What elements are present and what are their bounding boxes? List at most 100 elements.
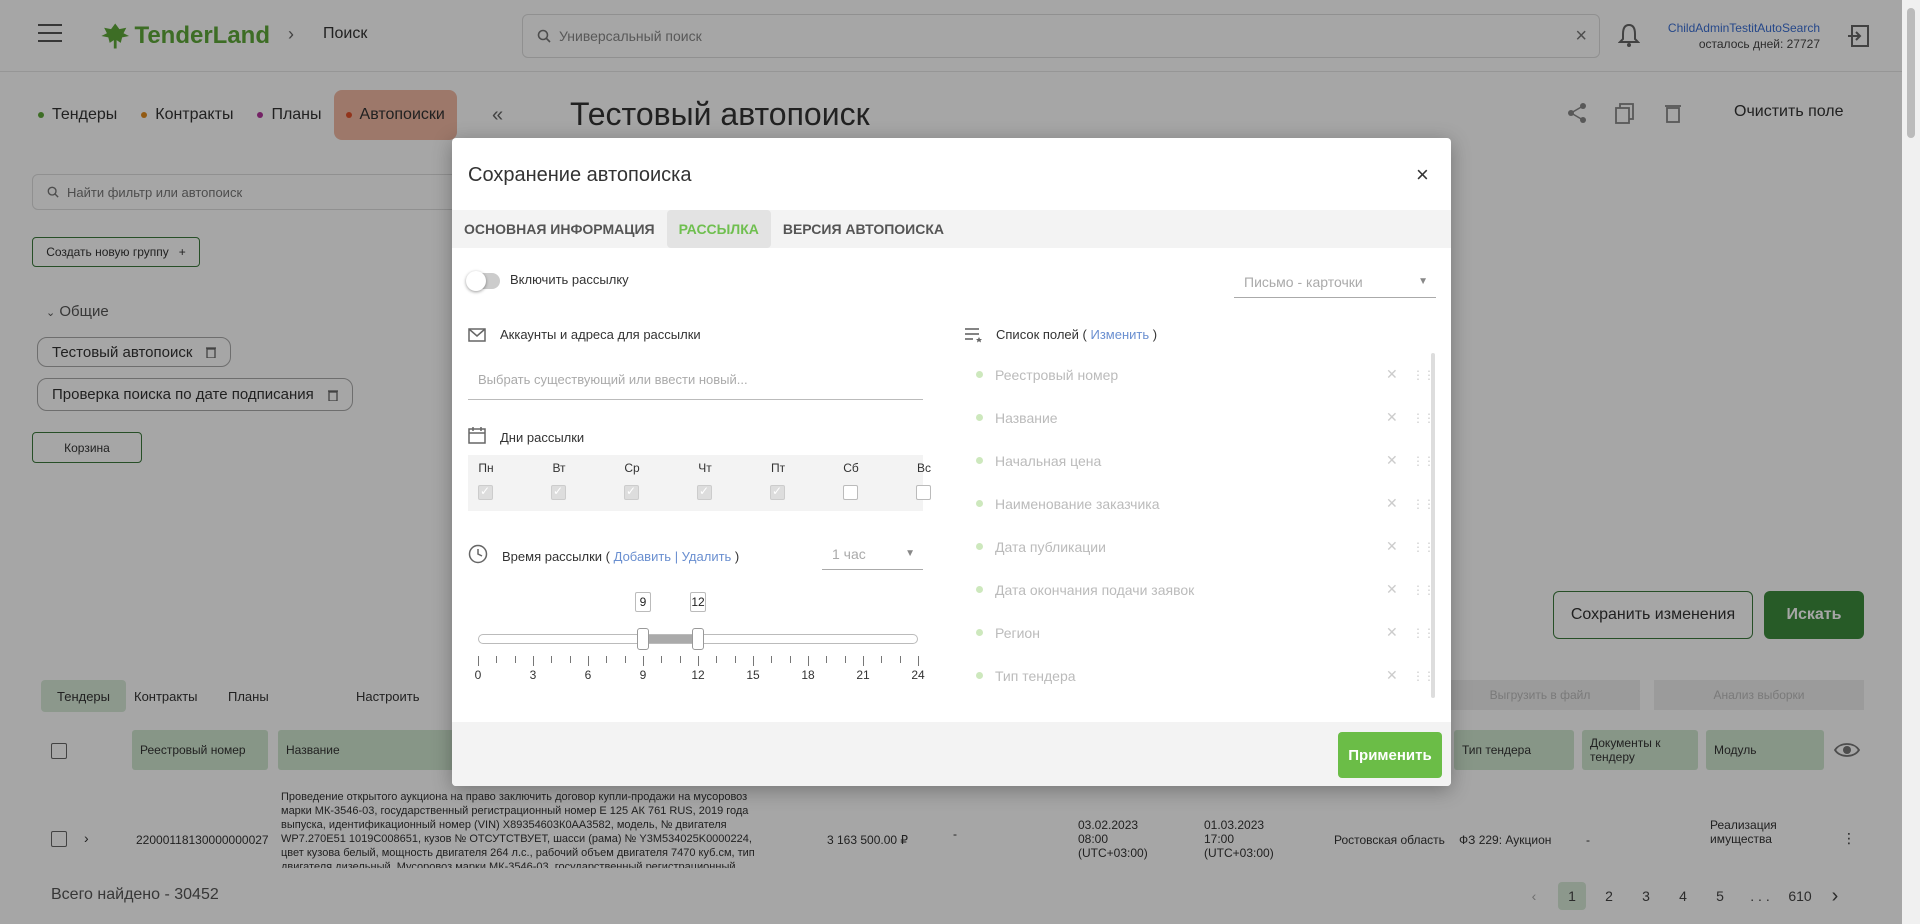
slider-minor-tick xyxy=(790,656,791,663)
day-label: Вс xyxy=(916,461,931,475)
caret-down-icon: ▼ xyxy=(1418,276,1428,287)
accounts-label: Аккаунты и адреса для рассылки xyxy=(500,327,701,342)
slider-from-tooltip: 9 xyxy=(635,592,651,612)
field-item[interactable]: Реестровый номер ✕ ⋮⋮ xyxy=(976,353,1436,396)
slider-tick xyxy=(753,656,754,666)
remove-field-icon[interactable]: ✕ xyxy=(1386,452,1398,469)
slider-tick xyxy=(808,656,809,666)
field-label: Дата окончания подачи заявок xyxy=(995,581,1195,598)
format-select[interactable]: Письмо - карточки ▼ xyxy=(1234,266,1436,298)
modal-tabs: ОСНОВНАЯ ИНФОРМАЦИЯ РАССЫЛКА ВЕРСИЯ АВТО… xyxy=(452,210,1451,248)
slider-tick-label: 0 xyxy=(474,668,482,682)
remove-field-icon[interactable]: ✕ xyxy=(1386,624,1398,641)
field-dot xyxy=(976,672,983,679)
slider-tick xyxy=(863,656,864,666)
field-dot xyxy=(976,457,983,464)
tab-basic-info[interactable]: ОСНОВНАЯ ИНФОРМАЦИЯ xyxy=(452,210,667,248)
slider-tick-label: 9 xyxy=(639,668,647,682)
mail-icon xyxy=(468,328,486,342)
day-checkbox[interactable] xyxy=(843,485,858,500)
apply-button[interactable]: Применить xyxy=(1338,732,1442,778)
remove-field-icon[interactable]: ✕ xyxy=(1386,538,1398,555)
slider-minor-tick xyxy=(900,656,901,663)
day-checkbox[interactable] xyxy=(624,484,639,500)
day-checkbox[interactable] xyxy=(551,484,566,500)
day-label: Сб xyxy=(843,461,859,475)
slider-minor-tick xyxy=(515,656,516,663)
fields-scrollbar[interactable] xyxy=(1431,353,1435,698)
slider-minor-tick xyxy=(625,656,626,663)
day-checkbox[interactable] xyxy=(770,484,785,500)
field-label: Регион xyxy=(995,624,1040,641)
slider-minor-tick xyxy=(551,656,552,663)
remove-field-icon[interactable]: ✕ xyxy=(1386,667,1398,684)
remove-field-icon[interactable]: ✕ xyxy=(1386,366,1398,383)
slider-tick xyxy=(918,656,919,666)
slider-minor-tick xyxy=(771,656,772,663)
time-slider-range xyxy=(643,635,698,643)
slider-minor-tick xyxy=(716,656,717,663)
field-label: Начальная цена xyxy=(995,452,1102,469)
slider-tick-label: 6 xyxy=(584,668,592,682)
caret-down-icon: ▼ xyxy=(905,548,915,559)
slider-to-handle[interactable] xyxy=(692,628,704,650)
field-item[interactable]: Начальная цена ✕ ⋮⋮ xyxy=(976,439,1436,482)
slider-tick xyxy=(533,656,534,666)
field-item[interactable]: Наименование заказчика ✕ ⋮⋮ xyxy=(976,482,1436,525)
field-item[interactable]: Название ✕ ⋮⋮ xyxy=(976,396,1436,439)
tab-version[interactable]: ВЕРСИЯ АВТОПОИСКА xyxy=(771,210,956,248)
field-item[interactable]: Тип тендера ✕ ⋮⋮ xyxy=(976,654,1436,697)
modal-title: Сохранение автопоиска xyxy=(468,164,692,186)
day-checkbox[interactable] xyxy=(916,485,931,500)
accounts-input[interactable]: Выбрать существующий или ввести новый... xyxy=(468,360,923,400)
field-item[interactable]: Регион ✕ ⋮⋮ xyxy=(976,611,1436,654)
remove-field-icon[interactable]: ✕ xyxy=(1386,409,1398,426)
modal-footer xyxy=(452,722,1451,786)
day-label: Вт xyxy=(552,461,566,475)
day-checkbox[interactable] xyxy=(697,484,712,500)
tab-mailing[interactable]: РАССЫЛКА xyxy=(666,210,771,248)
slider-minor-tick xyxy=(496,656,497,663)
slider-tick-label: 18 xyxy=(801,668,815,682)
field-dot xyxy=(976,586,983,593)
day-label: Чт xyxy=(698,461,712,475)
field-dot xyxy=(976,414,983,421)
slider-minor-tick xyxy=(826,656,827,663)
slider-tick-label: 3 xyxy=(529,668,537,682)
slider-tick-label: 24 xyxy=(911,668,925,682)
slider-from-handle[interactable] xyxy=(637,628,649,650)
day-label: Ср xyxy=(624,461,640,475)
day-label: Пт xyxy=(770,461,786,475)
remove-field-icon[interactable]: ✕ xyxy=(1386,495,1398,512)
field-item[interactable]: Дата публикации ✕ ⋮⋮ xyxy=(976,525,1436,568)
enable-mailing-label: Включить рассылку xyxy=(510,272,629,287)
remove-field-icon[interactable]: ✕ xyxy=(1386,581,1398,598)
slider-tick xyxy=(698,656,699,666)
interval-select[interactable]: 1 час ▼ xyxy=(822,538,923,570)
page-scrollbar[interactable] xyxy=(1902,0,1920,924)
close-icon[interactable]: × xyxy=(1416,162,1429,188)
fields-label-row: Список полей ( Изменить ) xyxy=(996,327,1158,342)
slider-tick-label: 12 xyxy=(691,668,705,682)
field-label: Дата публикации xyxy=(995,538,1106,555)
field-label: Наименование заказчика xyxy=(995,495,1160,512)
slider-to-tooltip: 12 xyxy=(690,592,706,612)
mailing-toggle[interactable] xyxy=(466,271,500,291)
time-add-remove-links[interactable]: Добавить | Удалить xyxy=(614,549,732,564)
time-label: Время рассылки xyxy=(502,549,603,564)
accounts-placeholder: Выбрать существующий или ввести новый... xyxy=(478,372,748,387)
field-label: Тип тендера xyxy=(995,667,1076,684)
calendar-icon xyxy=(468,427,486,444)
slider-minor-tick xyxy=(845,656,846,663)
field-label: Название xyxy=(995,409,1058,426)
field-dot xyxy=(976,543,983,550)
day-checkbox[interactable] xyxy=(478,484,493,500)
change-fields-link[interactable]: Изменить xyxy=(1091,327,1150,342)
slider-tick xyxy=(643,656,644,666)
interval-value: 1 час xyxy=(832,545,866,562)
slider-tick xyxy=(588,656,589,666)
slider-minor-tick xyxy=(881,656,882,663)
field-dot xyxy=(976,500,983,507)
field-item[interactable]: Дата окончания подачи заявок ✕ ⋮⋮ xyxy=(976,568,1436,611)
slider-minor-tick xyxy=(661,656,662,663)
